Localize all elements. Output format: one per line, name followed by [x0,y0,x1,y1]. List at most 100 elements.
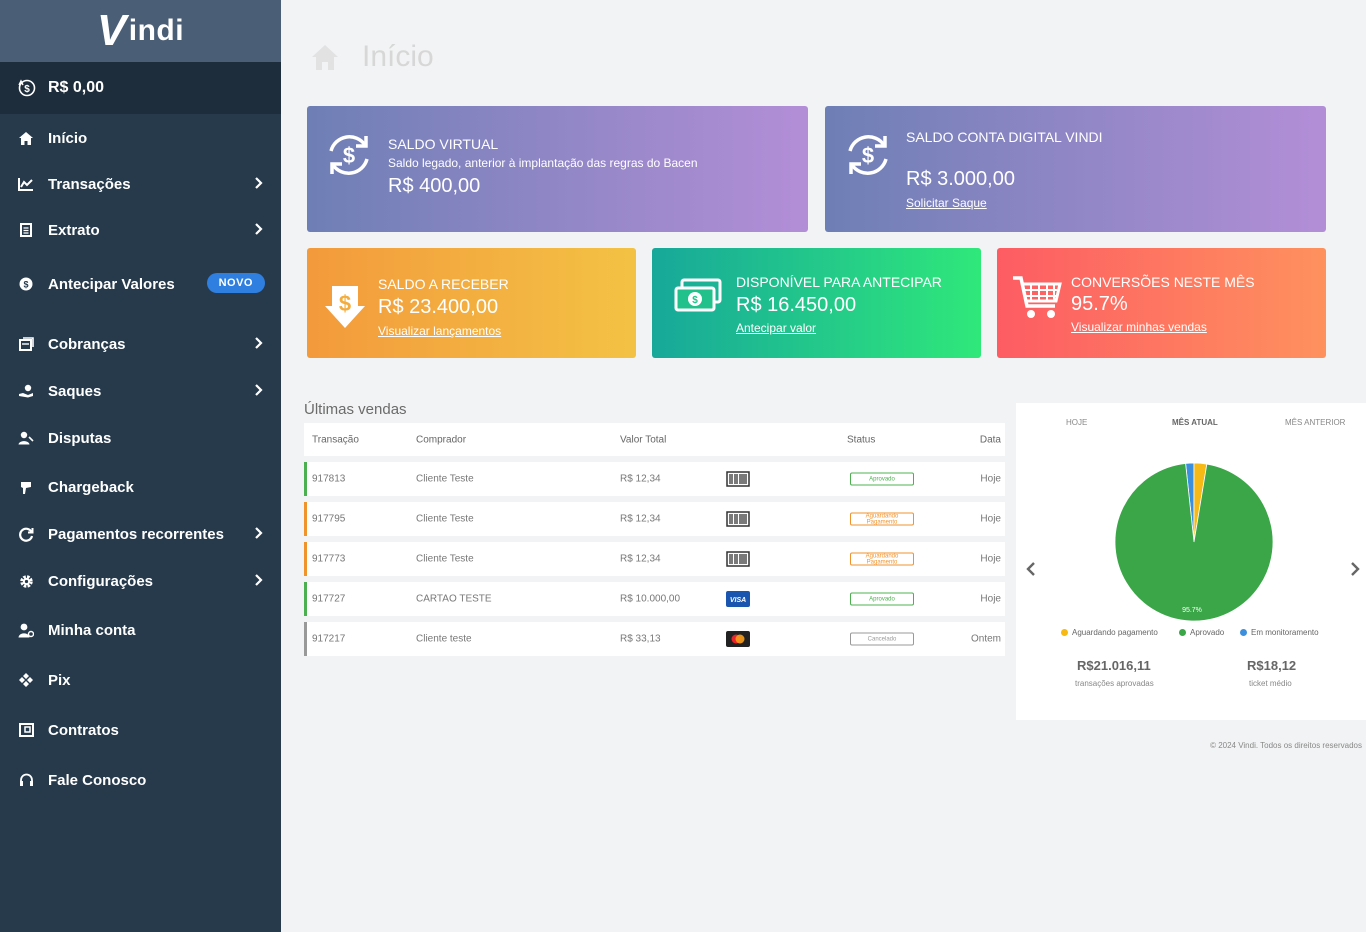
header-date: Data [979,434,1001,445]
card-value: R$ 16.450,00 [736,294,857,316]
legend-monitoramento: Em monitoramento [1240,628,1319,637]
mastercard-icon [726,631,750,647]
withdraw-icon [17,382,35,400]
sidebar-item-label: Chargeback [48,478,134,496]
card-disponivel-antecipar: $ DISPONÍVEL PARA ANTECIPAR R$ 16.450,00… [652,248,981,358]
card-value: R$ 3.000,00 [906,168,1015,190]
sidebar-item-fale-conosco[interactable]: Fale Conosco [0,765,281,795]
cell-total: R$ 12,34 [620,473,661,485]
cell-date: Hoje [980,593,1001,605]
sidebar-item-chargeback[interactable]: Chargeback [0,472,281,502]
shopping-cart-icon [1013,276,1062,318]
status-badge: Cancelado [850,632,914,646]
svg-text:$: $ [343,143,355,168]
sales-table-header: Transação Comprador Valor Total Status D… [304,423,1005,456]
table-row[interactable]: 917795 Cliente Teste R$ 12,34 Aguardando Pa… [304,502,1005,536]
sidebar-item-transacoes[interactable]: Transações [0,169,281,199]
table-row[interactable]: 917217 Cliente teste R$ 33,13 Cancelado Onte… [304,622,1005,656]
sidebar-item-contratos[interactable]: Contratos [0,715,281,745]
sidebar-item-minha-conta[interactable]: Minha conta [0,615,281,645]
invoice-icon [17,335,35,353]
cell-transaction: 917727 [312,593,346,605]
sidebar-item-label: Transações [48,175,131,193]
card-label: SALDO A RECEBER [378,276,509,292]
home-icon [17,129,35,147]
card-label: DISPONÍVEL PARA ANTECIPAR [736,274,942,290]
sidebar-item-label: Cobranças [48,335,126,353]
header-status: Status [847,434,876,445]
user-dispute-icon [17,429,35,447]
sidebar-item-label: Saques [48,382,102,400]
cell-transaction: 917217 [312,633,346,645]
card-saldo-virtual: $ SALDO VIRTUAL Saldo legado, anterior à… [307,106,808,232]
approved-label: transações aprovadas [1075,679,1154,688]
tab-mes-atual[interactable]: MÊS ATUAL [1172,418,1218,427]
cell-date: Hoje [980,513,1001,525]
visualizar-vendas-link[interactable]: Visualizar minhas vendas [1071,320,1207,334]
status-badge: Aprovado [850,472,914,486]
cell-buyer: Cliente teste [416,633,472,645]
cell-buyer: Cliente Teste [416,553,474,565]
chevron-right-icon [255,384,263,396]
svg-text:$: $ [339,291,351,316]
svg-text:$: $ [692,295,698,306]
chevron-right-icon[interactable] [1350,561,1360,577]
gear-icon [17,572,35,590]
cell-total: R$ 12,34 [620,513,661,525]
table-row[interactable]: 917727 CARTAO TESTE R$ 10.000,00 VISA Aprova… [304,582,1005,616]
logo-mark: V [96,6,127,55]
chevron-left-icon[interactable] [1026,561,1036,577]
status-badge: Aguardando Pagamento [850,512,914,526]
sidebar-balance: $ R$ 0,00 [0,62,281,114]
card-subtitle: Saldo legado, anterior à implantação das… [388,156,698,170]
card-label: SALDO CONTA DIGITAL VINDI [906,129,1103,145]
page-title-text: Início [362,40,434,73]
tab-hoje[interactable]: HOJE [1066,418,1087,427]
sidebar-item-extrato[interactable]: Extrato [0,215,281,245]
legend-aprovado: Aprovado [1179,628,1224,637]
vindi-logo[interactable]: Vindi [0,0,281,62]
sidebar-item-cobrancas[interactable]: Cobranças [0,329,281,359]
sidebar-item-disputas[interactable]: Disputas [0,423,281,453]
sidebar-item-label: Minha conta [48,621,136,639]
pie-chart: 95.7% [1114,462,1274,622]
cell-total: R$ 33,13 [620,633,661,645]
sidebar-item-saques[interactable]: Saques [0,376,281,406]
table-row[interactable]: 917773 Cliente Teste R$ 12,34 Aguardando Pa… [304,542,1005,576]
cell-date: Ontem [970,633,1001,645]
sidebar-item-inicio[interactable]: Início [0,123,281,153]
headset-icon [17,771,35,789]
visualizar-lancamentos-link[interactable]: Visualizar lançamentos [378,324,501,338]
dollar-circle-icon: $ [17,275,35,293]
refresh-icon [17,525,35,543]
sidebar-item-label: Início [48,129,88,147]
sidebar-item-label: Configurações [48,572,154,590]
hand-icon [17,478,35,496]
footer: © 2024 Vindi. Todos os direitos reservad… [1210,741,1362,750]
pie-data-label: 95.7% [1182,607,1202,614]
sidebar-item-configuracoes[interactable]: Configurações [0,566,281,596]
sidebar-item-label: Antecipar Valores [48,275,175,293]
card-value: R$ 400,00 [388,175,481,197]
chevron-right-icon [255,177,263,189]
cell-buyer: Cliente Teste [416,473,474,485]
cell-total: R$ 10.000,00 [620,593,681,605]
tab-mes-anterior[interactable]: MÊS ANTERIOR [1285,418,1345,427]
solicitar-saque-link[interactable]: Solicitar Saque [906,196,987,210]
money-bills-icon: $ [674,278,722,312]
dollar-refresh-icon: $ [329,135,369,175]
sidebar-item-pix[interactable]: Pix [0,665,281,695]
table-row[interactable]: 917813 Cliente Teste R$ 12,34 Aprovado Hoje [304,462,1005,496]
cell-transaction: 917795 [312,513,346,525]
sidebar-item-label: Fale Conosco [48,771,147,789]
document-icon [17,221,35,239]
sidebar-item-antecipar-valores[interactable]: $ Antecipar Valores NOVO [0,269,281,299]
user-icon [17,621,35,639]
antecipar-valor-link[interactable]: Antecipar valor [736,321,816,335]
sidebar-item-pagamentos-recorrentes[interactable]: Pagamentos recorrentes [0,519,281,549]
svg-text:$: $ [24,84,30,95]
header-buyer: Comprador [416,434,467,445]
cell-date: Hoje [980,473,1001,485]
sidebar: Vindi $ R$ 0,00 Início Transações Extrat… [0,0,281,932]
sidebar-item-label: Pix [48,671,71,689]
